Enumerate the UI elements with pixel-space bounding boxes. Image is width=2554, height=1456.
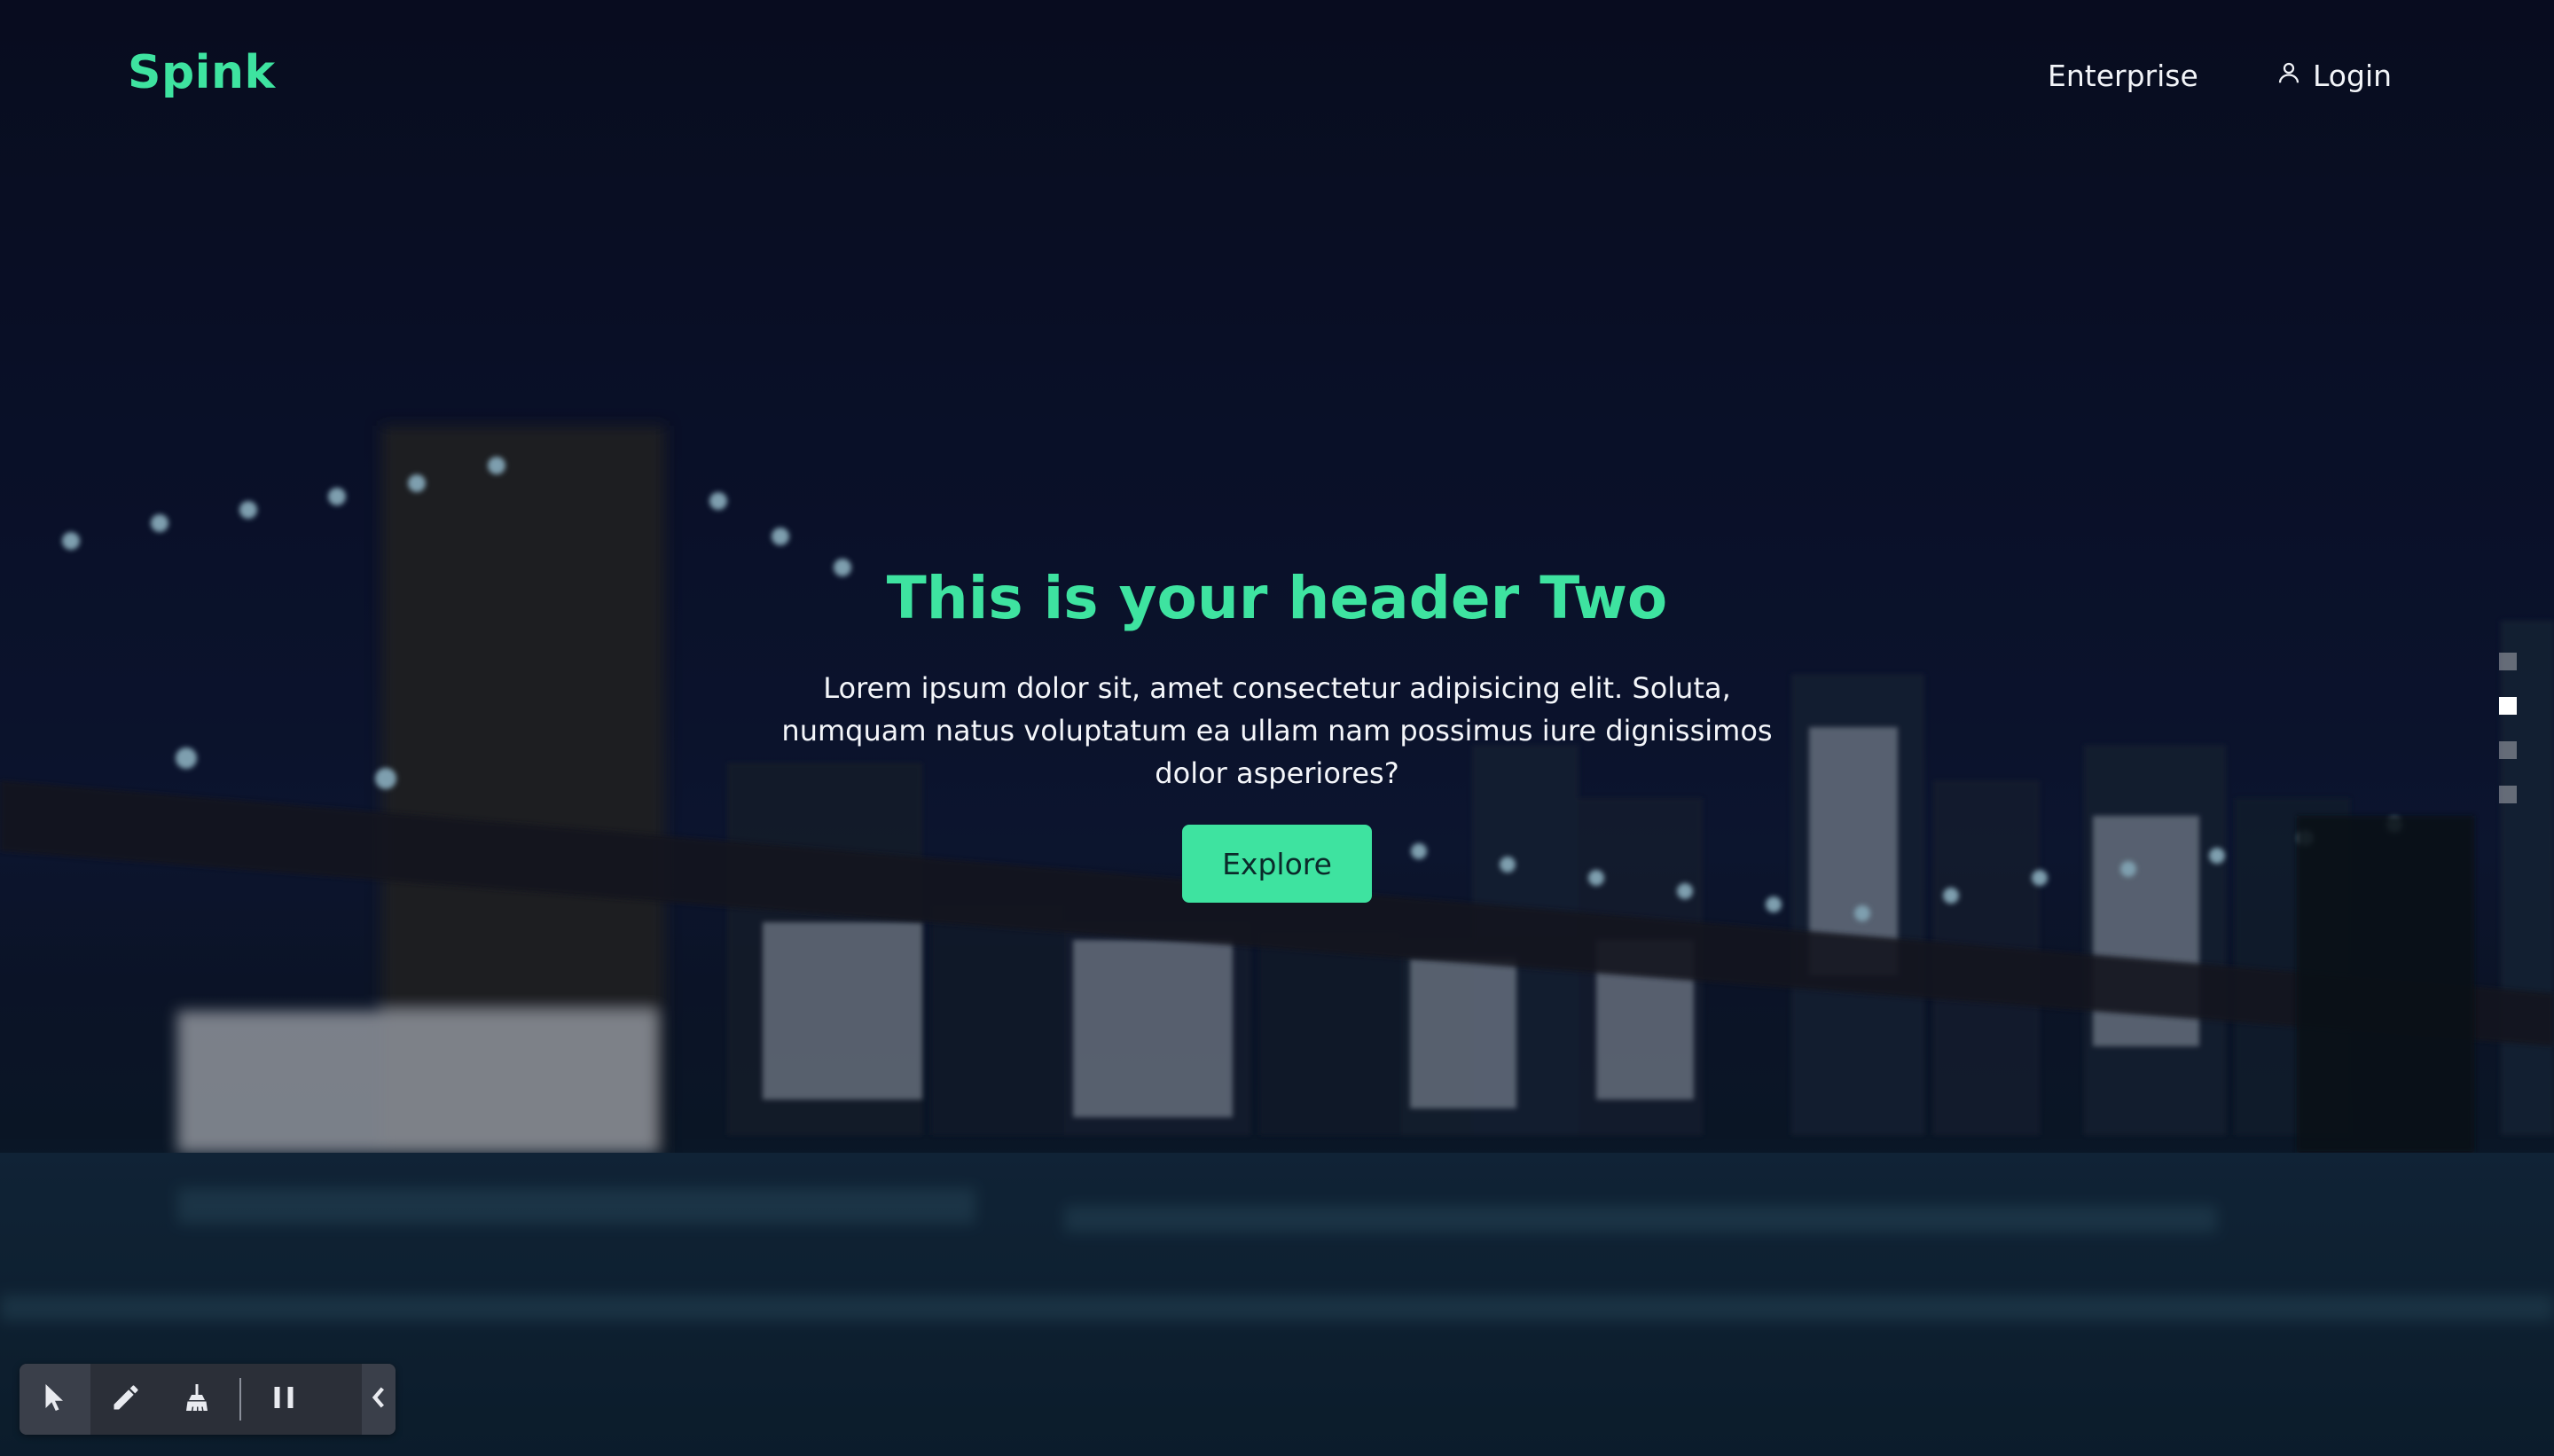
annotation-toolbar — [20, 1364, 396, 1435]
page: Spink Enterprise Login This is your head… — [0, 0, 2554, 1456]
login-label: Login — [2313, 59, 2393, 93]
slider-pagination — [2499, 653, 2517, 803]
clear-tool-button[interactable] — [161, 1364, 232, 1435]
pause-button[interactable] — [248, 1364, 319, 1435]
hero-title: This is your header Two — [886, 564, 1668, 632]
cursor-icon — [39, 1382, 71, 1417]
navbar: Spink Enterprise Login — [0, 0, 2554, 156]
user-icon — [2276, 59, 2302, 93]
slider-dot-2[interactable] — [2499, 697, 2517, 715]
draw-tool-button[interactable] — [90, 1364, 161, 1435]
pause-icon — [268, 1382, 300, 1417]
explore-button[interactable]: Explore — [1182, 825, 1372, 903]
pencil-icon — [110, 1382, 142, 1417]
chevron-left-icon — [371, 1386, 387, 1413]
hero-description: Lorem ipsum dolor sit, amet consectetur … — [781, 671, 1773, 790]
slider-dot-1[interactable] — [2499, 653, 2517, 670]
nav-link-enterprise[interactable]: Enterprise — [2048, 59, 2198, 93]
broom-icon — [181, 1382, 213, 1417]
nav-link-login[interactable]: Login — [2276, 59, 2392, 93]
slider-dot-4[interactable] — [2499, 786, 2517, 803]
slider-dot-3[interactable] — [2499, 741, 2517, 759]
hero-section: This is your header Two Lorem ipsum dolo… — [0, 550, 2554, 903]
toolbar-divider — [239, 1378, 241, 1421]
select-tool-button[interactable] — [20, 1364, 90, 1435]
brand-logo[interactable]: Spink — [128, 46, 276, 99]
toolbar-collapse-button[interactable] — [362, 1364, 396, 1435]
